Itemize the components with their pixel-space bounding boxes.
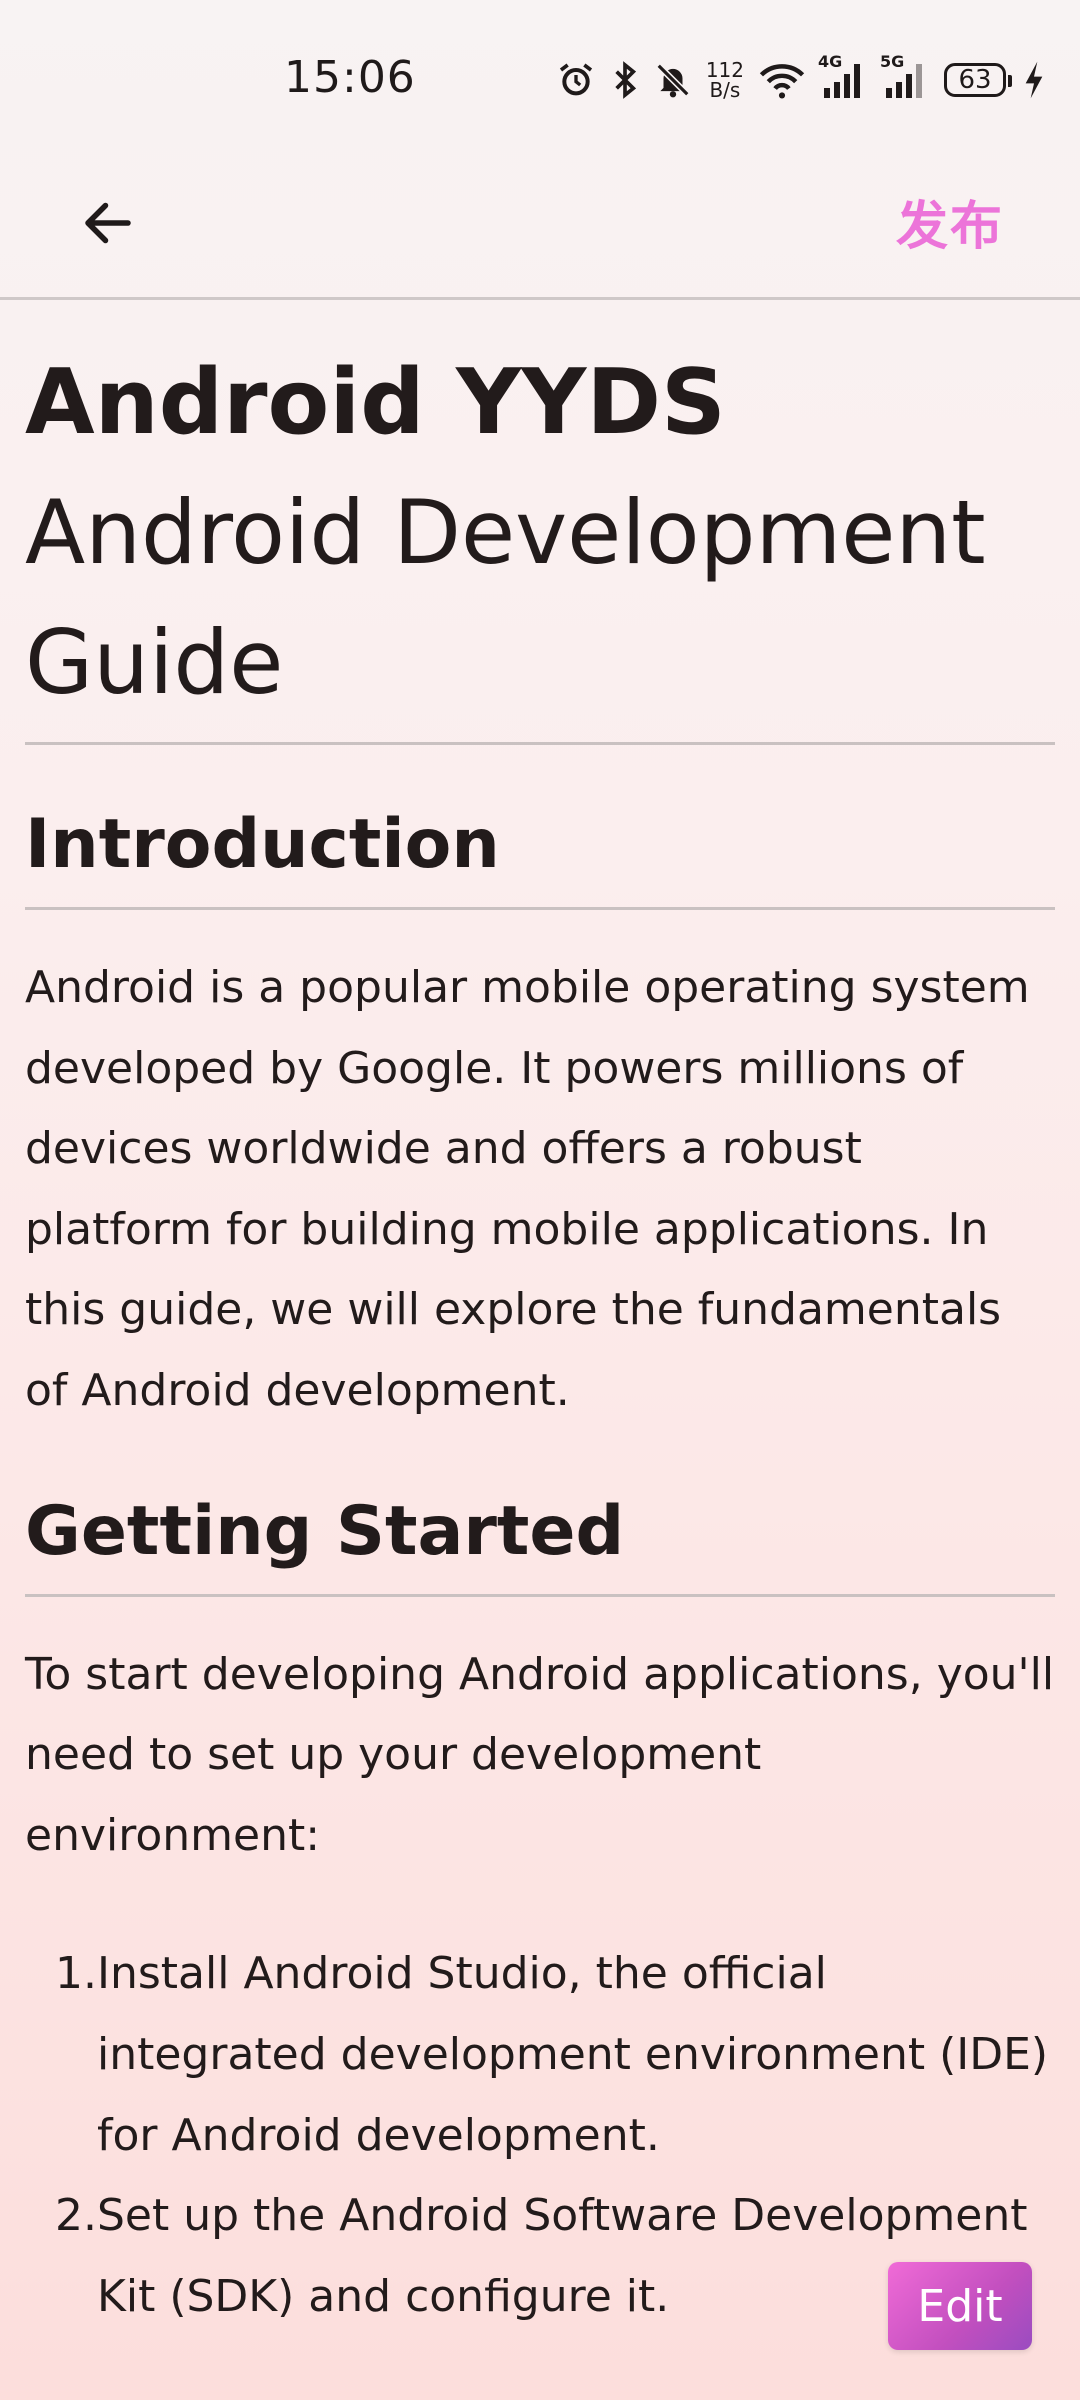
- charging-icon: [1024, 61, 1044, 99]
- status-bar: 15:06 112 B/s 4G 5G 63: [0, 0, 1080, 150]
- title-line-2: Android Development: [25, 481, 986, 584]
- list-item-number: 1.: [55, 1948, 97, 2000]
- section-heading-introduction: Introduction: [25, 805, 1055, 910]
- list-item-text: Install Android Studio, the official int…: [97, 1948, 1049, 2161]
- arrow-left-icon: [85, 202, 131, 244]
- mute-icon: [654, 60, 692, 100]
- top-app-bar: 发布: [0, 150, 1080, 300]
- section-heading-getting-started: Getting Started: [25, 1492, 1055, 1597]
- back-button[interactable]: [70, 185, 146, 261]
- edit-button[interactable]: Edit: [888, 2262, 1032, 2350]
- bluetooth-icon: [610, 60, 640, 100]
- publish-button[interactable]: 发布: [896, 184, 1004, 259]
- battery-level: 63: [958, 65, 992, 95]
- article-content: Android YYDS Android Development Guide I…: [25, 300, 1055, 2337]
- alarm-icon: [556, 60, 596, 100]
- signal-5g-icon: 5G: [880, 52, 930, 100]
- status-icons: 112 B/s 4G 5G 63: [556, 52, 1044, 106]
- net-speed: 112 B/s: [706, 60, 744, 100]
- article-title: Android YYDS Android Development Guide: [25, 338, 1055, 745]
- signal-4g-label: 4G: [818, 52, 843, 71]
- signal-4g-icon: 4G: [818, 52, 868, 100]
- net-speed-value: 112: [705, 58, 744, 82]
- list-item: 1. Install Android Studio, the official …: [25, 1934, 1055, 2176]
- title-line-1: Android YYDS: [25, 350, 726, 455]
- wifi-icon: [758, 60, 806, 100]
- section-paragraph-getting-started: To start developing Android applications…: [25, 1648, 1055, 1861]
- list-item-number: 2.: [55, 2190, 97, 2242]
- battery-icon: 63: [944, 63, 1012, 97]
- status-time: 15:06: [284, 52, 416, 103]
- section-paragraph-introduction: Android is a popular mobile operating sy…: [25, 962, 1030, 1416]
- title-line-3: Guide: [25, 611, 284, 714]
- net-speed-unit: B/s: [709, 78, 741, 102]
- signal-5g-label: 5G: [880, 52, 905, 71]
